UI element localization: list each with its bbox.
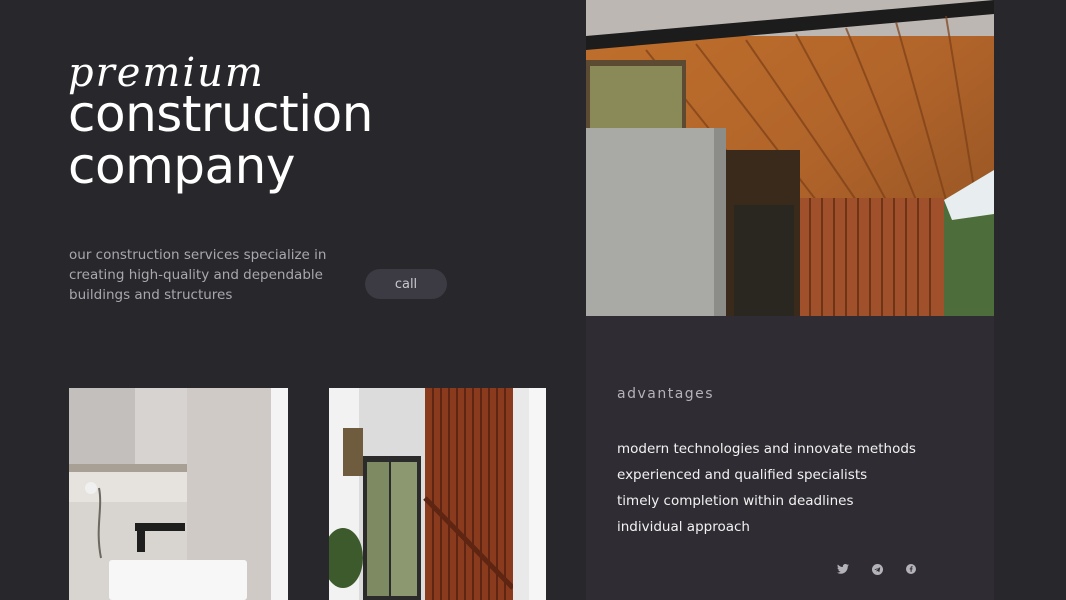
call-button[interactable]: call <box>365 269 447 299</box>
advantages-item: individual approach <box>617 519 750 535</box>
advantages-item: modern technologies and innovate methods <box>617 441 916 457</box>
twitter-icon[interactable] <box>836 562 850 576</box>
roof-photo <box>586 0 994 316</box>
telegram-icon[interactable] <box>870 562 884 576</box>
advantages-panel: advantages modern technologies and innov… <box>586 316 994 600</box>
hero-description: our construction services specialize in … <box>69 247 327 303</box>
hero-title-line2: company <box>68 137 295 195</box>
stairs-photo <box>329 388 546 600</box>
advantages-item: experienced and qualified specialists <box>617 467 868 483</box>
facebook-icon[interactable] <box>904 562 918 576</box>
hero-title-line1: construction <box>68 85 373 143</box>
roof-photo-illustration <box>586 0 994 316</box>
advantages-item: timely completion within deadlines <box>617 493 854 509</box>
bathroom-photo-illustration <box>69 388 288 600</box>
bathroom-photo <box>69 388 288 600</box>
advantages-heading: advantages <box>617 386 715 402</box>
hero-title: construction company <box>68 88 373 192</box>
right-edge <box>994 0 1066 600</box>
advantages-list: modern technologies and innovate methods… <box>617 436 916 540</box>
stairs-photo-illustration <box>329 388 546 600</box>
